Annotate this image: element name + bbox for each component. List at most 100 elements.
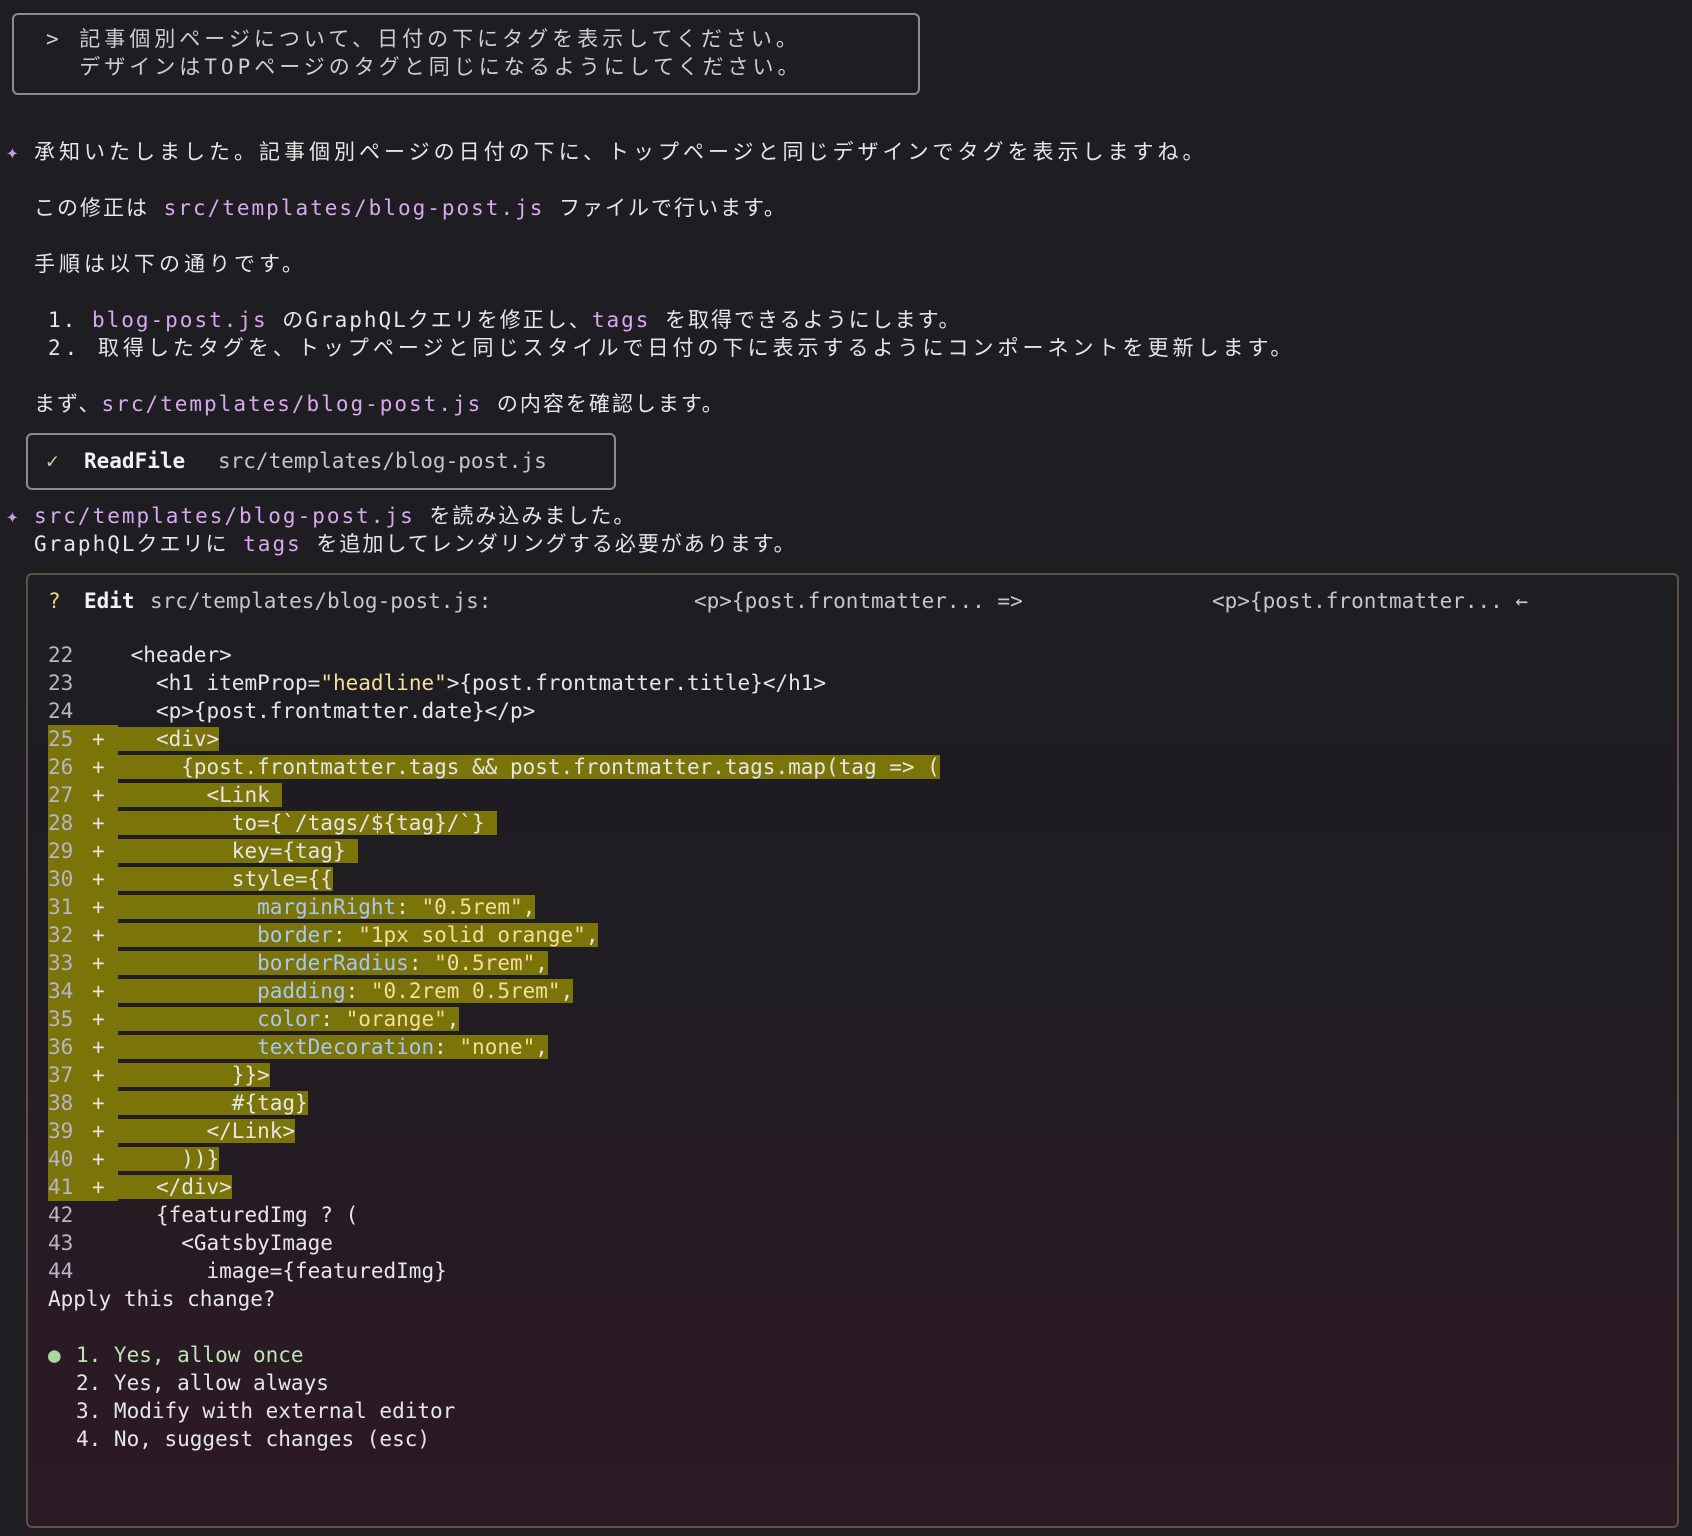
diff-symbol: + bbox=[92, 1145, 118, 1173]
code-text: <Link bbox=[130, 783, 283, 807]
option-label: 1. Yes, allow once bbox=[76, 1343, 304, 1367]
diff-line: 44 image={featuredImg} bbox=[48, 1257, 447, 1285]
step-2: 2. 取得したタグを、トップページと同じスタイルで日付の下に表示するようにコンポ… bbox=[48, 336, 1296, 360]
msg2-text-end: ファイルで行います。 bbox=[544, 196, 787, 220]
code-text: {post.frontmatter.tags && post.frontmatt… bbox=[130, 755, 940, 779]
code-text: {featuredImg ? ( bbox=[130, 1203, 359, 1227]
code-text: }}> bbox=[130, 1063, 270, 1087]
code-text: </div> bbox=[130, 1175, 232, 1199]
diff-line: 23 <h1 itemProp="headline">{post.frontma… bbox=[48, 669, 826, 697]
diff-line: 35 + color: "orange", bbox=[48, 1005, 460, 1033]
line-number: 32 bbox=[48, 921, 92, 949]
code-text: key={tag} bbox=[130, 839, 359, 863]
diff-symbol: + bbox=[92, 1061, 118, 1089]
code-text: <p>{post.frontmatter.date}</p> bbox=[130, 699, 536, 723]
assistant-message-5: src/templates/blog-post.js を読み込みました。 bbox=[34, 502, 636, 530]
diff-line: 24 <p>{post.frontmatter.date}</p> bbox=[48, 697, 535, 725]
option-item[interactable]: 2. Yes, allow always bbox=[48, 1369, 329, 1397]
diff-symbol: + bbox=[92, 1033, 118, 1061]
code-text: <header> bbox=[130, 643, 232, 667]
option-label: 4. No, suggest changes (esc) bbox=[76, 1427, 431, 1451]
diff-line: 25 + <div> bbox=[48, 725, 220, 753]
tool-name: Edit bbox=[84, 589, 135, 613]
code-text: <div> bbox=[130, 727, 220, 751]
assistant-message-6: GraphQLクエリに tags を追加してレンダリングする必要があります。 bbox=[34, 530, 797, 558]
question-icon: ? bbox=[48, 589, 61, 613]
option-item[interactable]: 3. Modify with external editor bbox=[48, 1397, 455, 1425]
edit-from: <p>{post.frontmatter... => bbox=[694, 589, 1023, 613]
line-number: 41 bbox=[48, 1173, 92, 1201]
diff-symbol: + bbox=[92, 1005, 118, 1033]
edit-path: src/templates/blog-post.js: bbox=[150, 589, 492, 613]
diff-line: 34 + padding: "0.2rem 0.5rem", bbox=[48, 977, 574, 1005]
diff-symbol: + bbox=[92, 1173, 118, 1201]
file-path: src/templates/blog-post.js bbox=[101, 392, 483, 416]
msg4-text-end: の内容を確認します。 bbox=[482, 392, 725, 416]
diff-symbol: + bbox=[92, 809, 118, 837]
msg5-text: を読み込みました。 bbox=[414, 504, 637, 528]
diff-symbol: + bbox=[92, 725, 118, 753]
line-number: 29 bbox=[48, 837, 92, 865]
line-number: 35 bbox=[48, 1005, 92, 1033]
diff-line: 42 {featuredImg ? ( bbox=[48, 1201, 358, 1229]
diff-line: 26 + {post.frontmatter.tags && post.front… bbox=[48, 753, 940, 781]
sparkle-icon: ✦ bbox=[6, 504, 19, 528]
diff-symbol: + bbox=[92, 893, 118, 921]
option-item[interactable]: 4. No, suggest changes (esc) bbox=[48, 1425, 430, 1453]
code-text: #{tag} bbox=[130, 1091, 308, 1115]
diff-line: 37 + }}> bbox=[48, 1061, 270, 1089]
diff-symbol: + bbox=[92, 949, 118, 977]
line-number: 30 bbox=[48, 865, 92, 893]
line-number: 22 bbox=[48, 643, 74, 667]
code-text: <h1 itemProp="headline">{post.frontmatte… bbox=[130, 671, 827, 695]
code-text: to={`/tags/${tag}/`} bbox=[130, 811, 498, 835]
line-number: 28 bbox=[48, 809, 92, 837]
msg6-text-end: を追加してレンダリングする必要があります。 bbox=[301, 532, 797, 556]
diff-symbol: + bbox=[92, 921, 118, 949]
apply-question: Apply this change? bbox=[48, 1287, 276, 1311]
diff-symbol: + bbox=[92, 753, 118, 781]
file-path: src/templates/blog-post.js bbox=[163, 196, 545, 220]
diff-line: 33 + borderRadius: "0.5rem", bbox=[48, 949, 548, 977]
diff-symbol: + bbox=[92, 1117, 118, 1145]
line-number: 26 bbox=[48, 753, 92, 781]
diff-symbol: + bbox=[92, 977, 118, 1005]
line-number: 33 bbox=[48, 949, 92, 977]
code-text: </Link> bbox=[130, 1119, 296, 1143]
edit-confirmation-panel: ? Edit src/templates/blog-post.js: <p>{p… bbox=[26, 573, 1679, 1528]
code-text: <GatsbyImage bbox=[130, 1231, 333, 1255]
line-number: 37 bbox=[48, 1061, 92, 1089]
user-prompt-line-1: > 記事個別ページについて、日付の下にタグを表示してください。 bbox=[46, 27, 801, 51]
line-number: 38 bbox=[48, 1089, 92, 1117]
readfile-tool-box: ✓ ReadFile src/templates/blog-post.js bbox=[26, 433, 616, 490]
file-path: src/templates/blog-post.js bbox=[34, 504, 415, 528]
code-text: style={{ bbox=[130, 867, 333, 891]
line-number: 39 bbox=[48, 1117, 92, 1145]
diff-line: 32 + border: "1px solid orange", bbox=[48, 921, 599, 949]
file-name: blog-post.js bbox=[91, 308, 268, 332]
tool-path: src/templates/blog-post.js bbox=[218, 449, 547, 473]
code-text: border: "1px solid orange", bbox=[130, 923, 599, 947]
option-item[interactable]: ● 1. Yes, allow once bbox=[48, 1341, 304, 1369]
diff-symbol: + bbox=[92, 837, 118, 865]
diff-line: 43 <GatsbyImage bbox=[48, 1229, 333, 1257]
diff-line: 39 + </Link> bbox=[48, 1117, 296, 1145]
tool-name: ReadFile bbox=[84, 449, 186, 473]
step-text-end: を取得できるようにします。 bbox=[650, 308, 962, 332]
tags-keyword: tags bbox=[243, 532, 302, 556]
diff-line: 29 + key={tag} bbox=[48, 837, 359, 865]
line-number: 34 bbox=[48, 977, 92, 1005]
line-number: 42 bbox=[48, 1203, 74, 1227]
edit-to: <p>{post.frontmatter... ← bbox=[1212, 589, 1529, 613]
diff-line: 41 + </div> bbox=[48, 1173, 232, 1201]
code-text: marginRight: "0.5rem", bbox=[130, 895, 536, 919]
msg2-text: この修正は bbox=[34, 196, 164, 220]
option-label: 3. Modify with external editor bbox=[76, 1399, 456, 1423]
tags-keyword: tags bbox=[591, 308, 651, 332]
line-number: 27 bbox=[48, 781, 92, 809]
step-1: 1. blog-post.js のGraphQLクエリを修正し、tags を取得… bbox=[48, 306, 962, 334]
line-number: 23 bbox=[48, 671, 74, 695]
diff-line: 31 + marginRight: "0.5rem", bbox=[48, 893, 536, 921]
diff-symbol: + bbox=[92, 781, 118, 809]
diff-line: 40 + ))} bbox=[48, 1145, 220, 1173]
